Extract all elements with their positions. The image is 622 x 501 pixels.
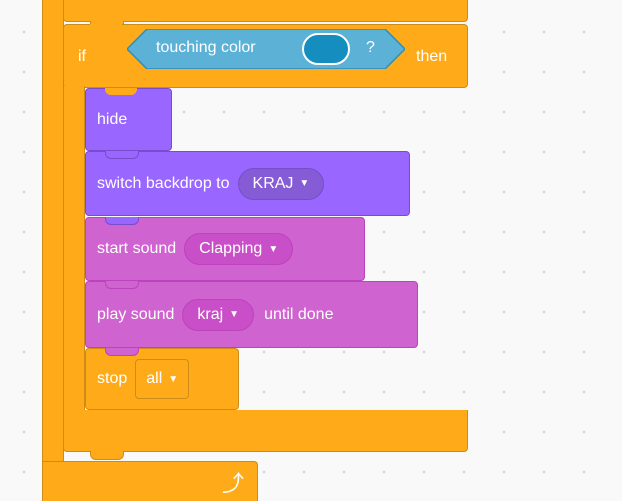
start-sound-block[interactable]: start sound Clapping ▼ (85, 217, 365, 281)
color-picker[interactable] (302, 33, 350, 65)
if-bottom-notch (90, 451, 124, 460)
chevron-down-icon: ▼ (299, 178, 310, 189)
if-c-spine[interactable] (63, 86, 85, 414)
if-label: if (78, 48, 86, 65)
stop-top-notch (105, 348, 139, 356)
hide-top-notch (105, 88, 137, 95)
play-sound-top-notch (105, 281, 139, 289)
then-label: then (416, 48, 448, 65)
switch-backdrop-label: switch backdrop to (97, 174, 230, 192)
start-sound-dropdown-value: Clapping (199, 240, 263, 257)
chevron-down-icon: ▼ (168, 373, 179, 385)
stop-block[interactable]: stop all ▼ (85, 348, 239, 410)
until-done-label: until done (264, 305, 334, 323)
stop-label: stop (97, 370, 128, 387)
if-c-bottom-arm[interactable] (63, 410, 468, 452)
chevron-down-icon: ▼ (268, 243, 279, 255)
outer-c-block-spine[interactable] (42, 0, 64, 493)
start-sound-dropdown[interactable]: Clapping ▼ (184, 233, 294, 265)
hide-block[interactable]: hide (85, 88, 172, 151)
start-sound-label: start sound (97, 240, 177, 257)
touching-color-label: touching color (156, 39, 256, 56)
question-mark-label: ? (366, 39, 375, 56)
hide-label: hide (97, 110, 128, 128)
stop-dropdown-value: all (146, 370, 163, 387)
play-sound-dropdown-value: kraj (197, 305, 224, 323)
switch-backdrop-block[interactable]: switch backdrop to KRAJ ▼ (85, 151, 410, 216)
stop-dropdown[interactable]: all ▼ (135, 359, 190, 399)
if-top-notch (90, 24, 122, 31)
play-sound-dropdown[interactable]: kraj ▼ (182, 298, 255, 331)
chevron-down-icon: ▼ (229, 309, 240, 320)
play-sound-label: play sound (97, 305, 175, 323)
backdrop-dropdown-value: KRAJ (252, 174, 294, 192)
switch-backdrop-top-notch (105, 151, 139, 159)
start-sound-top-notch (105, 217, 139, 225)
outer-c-block-arm-top[interactable] (63, 0, 468, 22)
backdrop-dropdown[interactable]: KRAJ ▼ (237, 167, 325, 200)
loop-arrow-icon: ⤴ (222, 471, 245, 496)
play-sound-until-done-block[interactable]: play sound kraj ▼ until done (85, 281, 418, 348)
